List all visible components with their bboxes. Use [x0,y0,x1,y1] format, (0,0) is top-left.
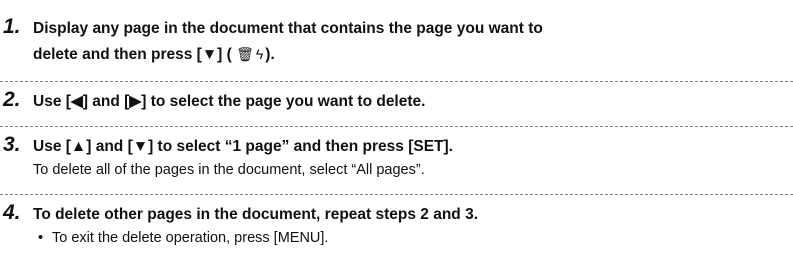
instruction-page: 1. Display any page in the document that… [0,0,793,272]
step-4-note: • To exit the delete operation, press [ME… [38,228,328,248]
delete-flash-icon: 🗑ϟ [236,46,266,62]
step-4-note-text: To exit the delete operation, press [MEN… [52,230,329,246]
step-1-number: 1. [3,15,21,38]
step-3-number: 3. [3,133,21,156]
step-4-number: 4. [3,201,21,224]
step-3-note: To delete all of the pages in the docume… [33,162,425,178]
step-1-text-line1: Display any page in the document that co… [33,20,543,37]
bullet-icon: • [38,230,44,246]
step-2-text: Use [◀] and [▶] to select the page you w… [33,93,426,110]
step-4-text: To delete other pages in the document, r… [33,206,479,223]
step-3-text: Use [▲] and [▼] to select “1 page” and t… [33,138,453,155]
step-1-text-line2-end: ). [265,46,275,63]
divider [0,194,793,195]
divider [0,126,793,127]
step-1-text-line2: delete and then press [▼] ( 🗑ϟ). [33,43,275,66]
step-2-number: 2. [3,88,21,111]
step-1-text-line2-start: delete and then press [▼] ( [33,46,232,63]
divider [0,81,793,82]
